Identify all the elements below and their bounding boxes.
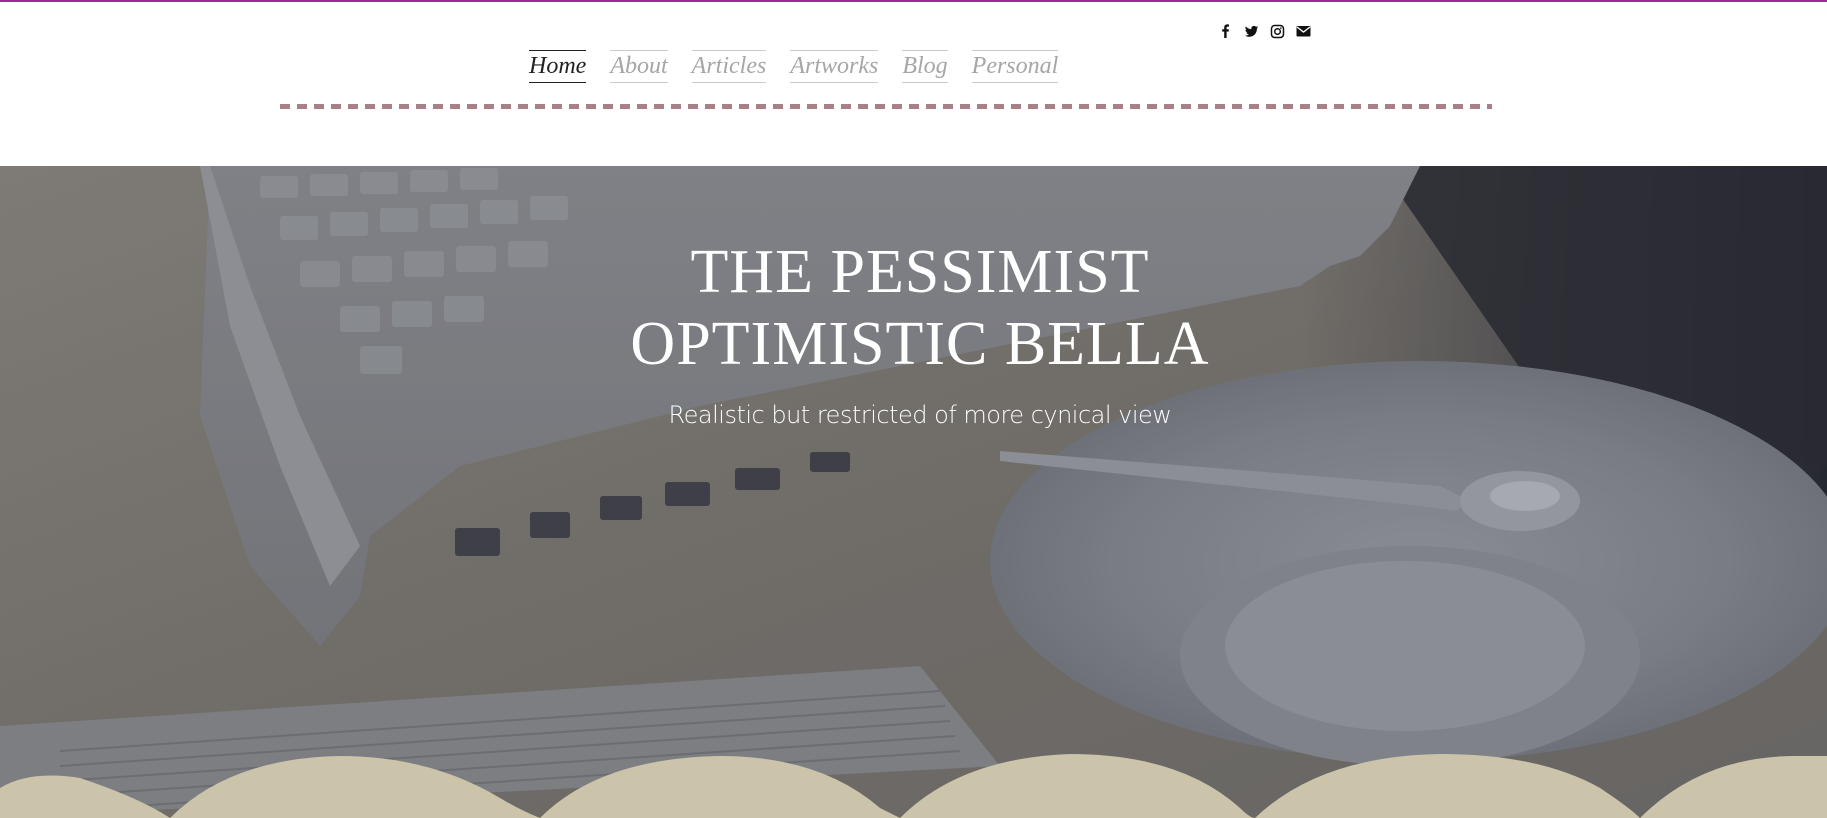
email-link[interactable] xyxy=(1296,22,1311,40)
dashed-divider xyxy=(280,104,1492,109)
hero-subtitle: Realistic but restricted of more cynical… xyxy=(668,401,1172,429)
wave-border xyxy=(0,754,1827,818)
hero-title: THE PESSIMIST OPTIMISTIC BELLA xyxy=(0,236,1827,380)
instagram-link[interactable] xyxy=(1270,22,1285,40)
nav-item-articles[interactable]: Articles xyxy=(691,50,767,83)
nav-item-blog[interactable]: Blog xyxy=(902,50,948,83)
twitter-icon xyxy=(1245,25,1258,37)
page: Home About Articles Artworks Blog Person… xyxy=(0,0,1827,818)
hero-title-line-2: OPTIMISTIC BELLA xyxy=(630,310,1210,378)
instagram-icon xyxy=(1270,24,1285,39)
social-links xyxy=(1218,22,1311,40)
main-nav: Home About Articles Artworks Blog Person… xyxy=(529,50,1059,83)
twitter-link[interactable] xyxy=(1244,22,1259,40)
nav-item-artworks[interactable]: Artworks xyxy=(790,50,879,83)
nav-item-personal[interactable]: Personal xyxy=(971,50,1059,83)
top-accent-line xyxy=(0,0,1827,2)
nav-item-about[interactable]: About xyxy=(610,50,668,83)
hero-banner: THE PESSIMIST OPTIMISTIC BELLA Realistic… xyxy=(0,166,1827,818)
email-icon xyxy=(1296,26,1311,37)
nav-item-home[interactable]: Home xyxy=(529,50,587,83)
hero-title-line-1: THE PESSIMIST xyxy=(690,238,1150,306)
facebook-link[interactable] xyxy=(1218,22,1233,40)
facebook-icon xyxy=(1222,24,1229,38)
